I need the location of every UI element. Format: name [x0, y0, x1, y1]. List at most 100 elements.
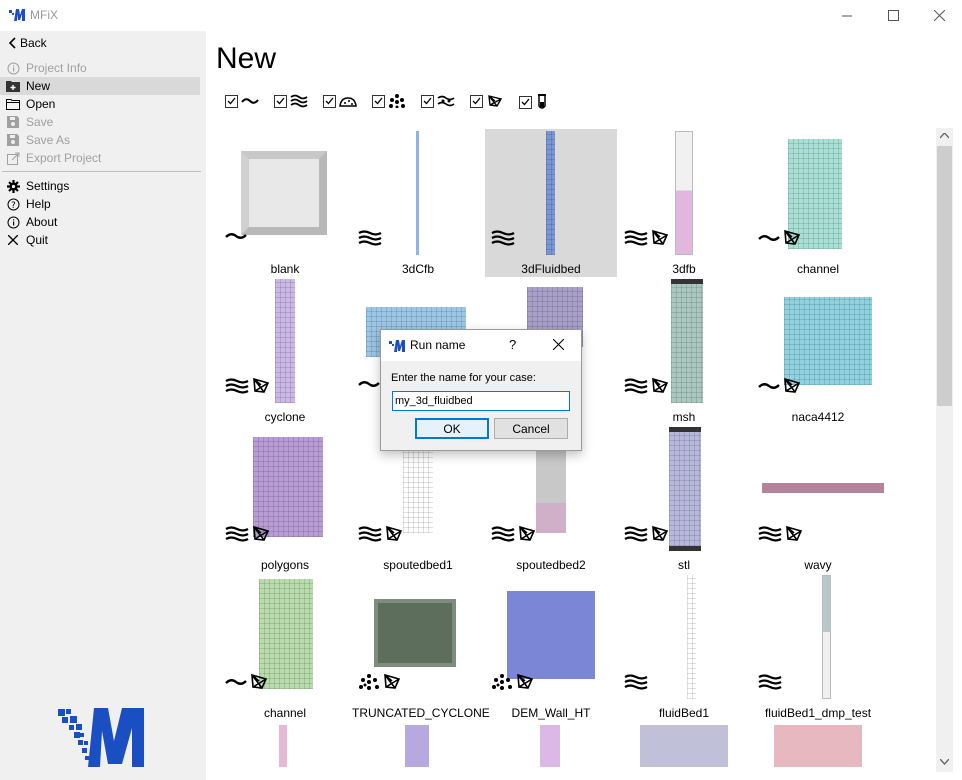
- run-name-dialog: Run name ? Enter the name for your case:…: [380, 329, 582, 451]
- filter-dem[interactable]: [372, 94, 406, 108]
- template-label: wavy: [804, 558, 832, 572]
- template-tile[interactable]: blank: [219, 129, 351, 277]
- template-label: 3dFluidbed: [521, 262, 581, 276]
- sidebar-item-project-info[interactable]: Project Info: [0, 59, 200, 77]
- template-thumbnail: [671, 279, 703, 403]
- checkbox[interactable]: [519, 95, 532, 109]
- checkbox[interactable]: [225, 94, 238, 108]
- sidebar-item-quit[interactable]: Quit: [0, 231, 200, 249]
- minimize-button[interactable]: [824, 0, 870, 31]
- template-solver-icons: [624, 673, 648, 694]
- filter-single-phase[interactable]: [225, 94, 259, 108]
- about-icon: [0, 216, 26, 229]
- sidebar-item-help[interactable]: ? Help: [0, 195, 200, 213]
- template-solver-icons: [758, 673, 782, 694]
- checkbox[interactable]: [372, 94, 385, 108]
- template-tile[interactable]: TRUNCATED_CYCLONE: [352, 573, 490, 721]
- sidebar-item-new[interactable]: New: [0, 77, 200, 95]
- sidebar-item-save[interactable]: Save: [0, 113, 200, 131]
- template-tile[interactable]: channel: [219, 573, 351, 721]
- filter-tfm[interactable]: [274, 94, 308, 108]
- dem-icon: [491, 673, 513, 694]
- cartesian-icon: [782, 229, 802, 250]
- sidebar-item-export-project[interactable]: Export Project: [0, 149, 200, 167]
- template-solver-icons: [491, 229, 515, 250]
- template-label: 3dCfb: [401, 262, 435, 276]
- checkbox[interactable]: [470, 94, 483, 108]
- template-label: cyclone: [264, 410, 306, 424]
- vertical-scrollbar[interactable]: [936, 128, 953, 772]
- template-tile[interactable]: wavy: [752, 425, 884, 573]
- main-panel: New blank 3dCfb 3dFluidbed 3dfb channel cyclo…: [206, 31, 962, 780]
- close-icon[interactable]: [553, 339, 564, 350]
- single-phase-icon: [758, 379, 780, 396]
- cartesian-icon: [782, 377, 802, 398]
- template-tile[interactable]: fluidBed1: [618, 573, 750, 721]
- chemistry-icon: [538, 94, 546, 109]
- ok-button[interactable]: OK: [415, 418, 489, 439]
- save-icon: [0, 116, 26, 128]
- run-name-input[interactable]: [392, 391, 570, 411]
- new-project-icon: [0, 80, 26, 92]
- filter-cgp[interactable]: [421, 94, 455, 108]
- template-solver-icons: [225, 673, 269, 694]
- cgp-icon: [437, 95, 455, 107]
- template-label: DEM_Wall_HT: [511, 706, 591, 720]
- template-label: channel: [796, 262, 840, 276]
- scroll-down-icon[interactable]: [940, 759, 949, 765]
- single-phase-icon: [358, 377, 380, 394]
- tfm-icon: [758, 525, 782, 546]
- cartesian-icon: [251, 525, 271, 546]
- template-tile[interactable]: 3dFluidbed: [485, 129, 617, 277]
- template-thumbnail: [253, 437, 323, 537]
- scrollbar-thumb[interactable]: [937, 146, 952, 406]
- template-tile[interactable]: cyclone: [219, 277, 351, 425]
- checkbox[interactable]: [323, 94, 336, 108]
- template-thumbnail: [822, 575, 831, 699]
- mfix-logo-icon: [9, 9, 25, 21]
- dialog-title-bar: Run name ?: [381, 330, 581, 361]
- help-button[interactable]: ?: [509, 337, 516, 352]
- filter-chemistry[interactable]: [519, 94, 549, 110]
- mfix-logo-icon: [389, 340, 405, 352]
- tfm-icon: [358, 229, 382, 250]
- template-tile[interactable]: naca4412: [752, 277, 884, 425]
- cartesian-icon: [384, 525, 404, 546]
- dialog-title: Run name: [410, 338, 466, 352]
- template-tile[interactable]: DEM_Wall_HT: [485, 573, 617, 721]
- sidebar-item-settings[interactable]: Settings: [0, 177, 200, 195]
- back-button[interactable]: Back: [0, 34, 200, 52]
- template-tile[interactable]: stl: [618, 425, 750, 573]
- template-tile[interactable]: 3dfb: [618, 129, 750, 277]
- page-title: New: [216, 42, 277, 75]
- checkbox[interactable]: [421, 94, 434, 108]
- template-solver-icons: [225, 525, 271, 546]
- template-solver-icons: [358, 229, 382, 250]
- scroll-up-icon[interactable]: [940, 133, 949, 139]
- template-tile[interactable]: 3dCfb: [352, 129, 484, 277]
- filter-pic[interactable]: [323, 94, 357, 108]
- template-solver-icons: [491, 525, 537, 546]
- dem-icon: [389, 94, 405, 108]
- template-solver-icons: [624, 377, 670, 398]
- checkbox[interactable]: [274, 94, 287, 108]
- template-tile[interactable]: channel: [752, 129, 884, 277]
- filter-cartesian[interactable]: [470, 94, 504, 108]
- cancel-button[interactable]: Cancel: [494, 418, 568, 439]
- sidebar-item-open[interactable]: Open: [0, 95, 200, 113]
- template-solver-icons: [358, 673, 402, 694]
- title-bar: MFiX: [0, 0, 962, 31]
- single-phase-icon: [241, 98, 259, 104]
- template-thumbnail: [279, 725, 287, 767]
- template-label: blank: [270, 262, 300, 276]
- window-title: MFiX: [30, 8, 58, 22]
- template-tile[interactable]: fluidBed1_dmp_test: [752, 573, 884, 721]
- template-tile[interactable]: msh: [618, 277, 750, 425]
- maximize-button[interactable]: [870, 0, 916, 31]
- template-tile[interactable]: polygons: [219, 425, 351, 573]
- cartesian-icon: [249, 673, 269, 694]
- info-icon: [0, 62, 26, 75]
- close-window-button[interactable]: [916, 0, 962, 31]
- sidebar-item-save-as[interactable]: Save As: [0, 131, 200, 149]
- sidebar-item-about[interactable]: About: [0, 213, 200, 231]
